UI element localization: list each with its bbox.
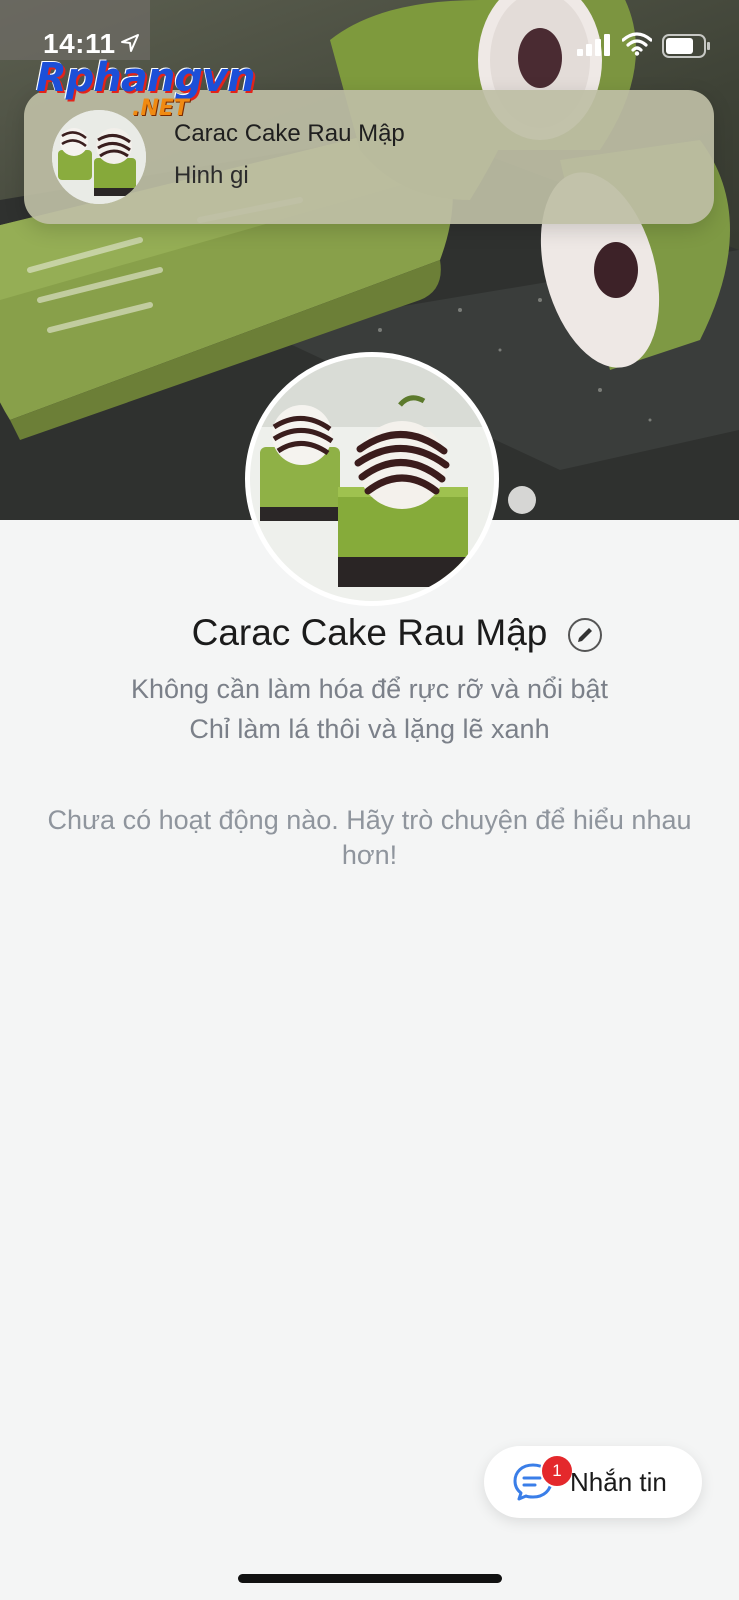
edit-profile-button[interactable] [568, 618, 602, 652]
notification-body: Hinh gi [174, 162, 249, 189]
watermark-sub-text: .NET [132, 96, 189, 121]
watermark-logo: Rphangvn .NET [36, 56, 276, 128]
cellular-signal-icon [577, 34, 610, 56]
profile-name-text: Carac Cake Rau Mập [191, 612, 548, 653]
home-indicator[interactable] [238, 1574, 502, 1583]
profile-avatar[interactable] [245, 352, 499, 606]
profile-bio-line-1: Không cần làm hóa để rực rỡ và nổi bật [130, 674, 609, 704]
message-button-label: Nhắn tin [570, 1467, 667, 1497]
wifi-icon [622, 32, 652, 56]
matcha-cake-avatar-image [250, 357, 494, 601]
battery-icon [662, 34, 710, 58]
location-arrow-icon [121, 34, 139, 52]
pencil-icon [578, 628, 592, 642]
unread-badge: 1 [540, 1454, 574, 1488]
profile-bio-line-2: Chỉ làm lá thôi và lặng lẽ xanh [189, 714, 550, 744]
profile-name: Carac Cake Rau Mập [0, 612, 739, 654]
watermark-main-text: Rphangvn [36, 55, 256, 101]
empty-activity-message: Chưa có hoạt động nào. Hãy trò chuyện để… [47, 805, 692, 870]
message-button[interactable]: 1 Nhắn tin [484, 1446, 702, 1518]
